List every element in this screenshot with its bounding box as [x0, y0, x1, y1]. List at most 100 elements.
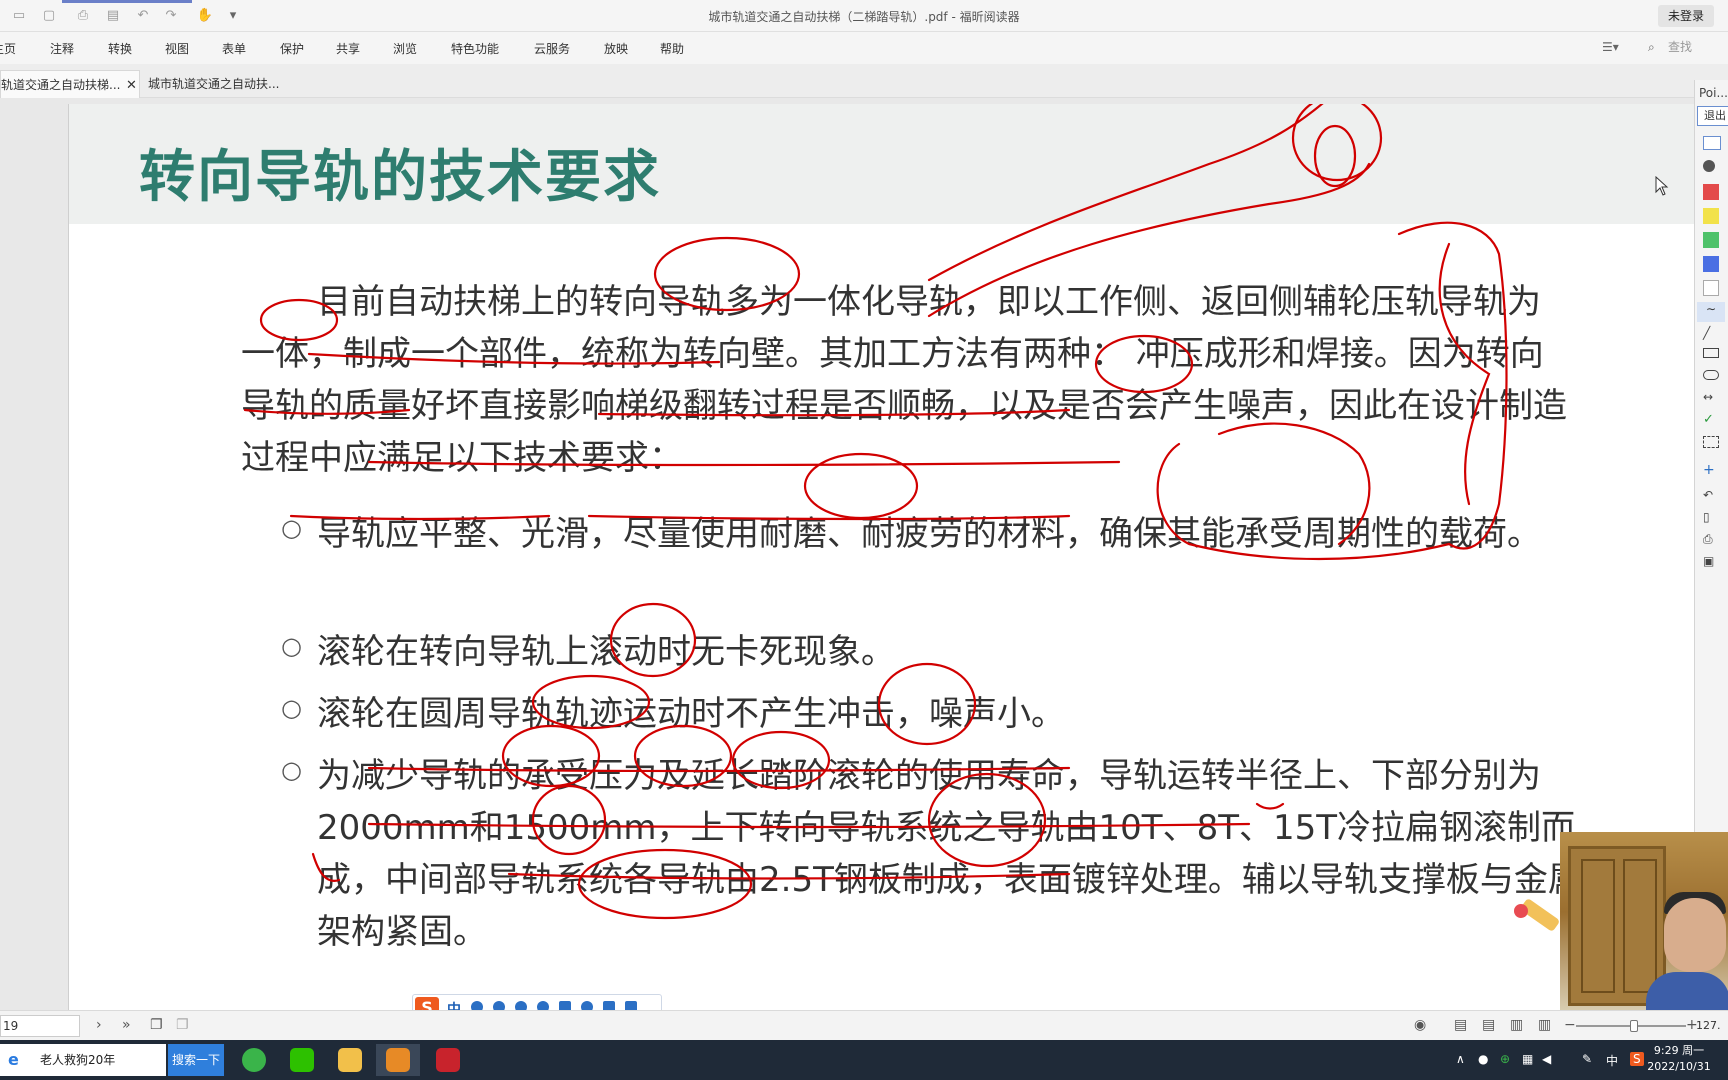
close-tab-icon[interactable]: ✕	[126, 78, 137, 93]
page-icon[interactable]: ❐	[176, 1017, 189, 1033]
system-clock[interactable]: 9:29 周一 2022/10/31	[1634, 1043, 1724, 1075]
copy-page-icon[interactable]: ❐	[150, 1017, 163, 1033]
menu-view[interactable]: 视图	[165, 40, 189, 57]
menu-bar: 主页 注释 转换 视图 表单 保护 共享 浏览 特色功能 云服务 放映 帮助 ☰…	[0, 32, 1728, 64]
add-icon[interactable]: +	[1703, 462, 1719, 478]
single-page-icon[interactable]: ▤	[1454, 1017, 1467, 1033]
volume-icon[interactable]: ◀	[1542, 1052, 1551, 1066]
pdf-page[interactable]: 转向导轨的技术要求 目前自动扶梯上的转向导轨多为一体化导轨，即以工作侧、返回侧辅…	[68, 104, 1694, 1010]
taskbar-app-explorer[interactable]	[328, 1044, 372, 1076]
ellipse-tool-icon[interactable]	[1703, 370, 1719, 380]
menu-protect[interactable]: 保护	[280, 40, 304, 57]
slide-title: 转向导轨的技术要求	[139, 145, 661, 210]
color-green-swatch[interactable]	[1703, 232, 1719, 248]
browser-360-icon	[242, 1048, 266, 1072]
presenter-shirt	[1646, 972, 1728, 1010]
cabinet-door	[1581, 859, 1615, 993]
wechat-icon	[290, 1048, 314, 1072]
bullet-marker: ○	[281, 632, 302, 660]
color-white-swatch[interactable]	[1703, 280, 1719, 296]
line-tool-icon[interactable]: ╱	[1703, 326, 1719, 342]
search-input[interactable]: 查找	[1668, 38, 1728, 58]
exit-annotation-button[interactable]: 退出	[1697, 106, 1728, 126]
facing-page-icon[interactable]: ▥	[1510, 1017, 1523, 1033]
next-page-icon[interactable]: ›	[96, 1017, 102, 1033]
taskbar-app-red[interactable]	[426, 1044, 470, 1076]
tab-document-2[interactable]: 城市轨道交通之自动扶...	[148, 70, 288, 98]
bullet-marker: ○	[281, 514, 302, 542]
bullet-marker: ○	[281, 756, 302, 784]
color-blue-swatch[interactable]	[1703, 256, 1719, 272]
taskbar-app-wechat[interactable]	[280, 1044, 324, 1076]
bullet-marker: ○	[281, 694, 302, 722]
eye-icon[interactable]: ◉	[1414, 1017, 1426, 1033]
point-tool-icon[interactable]	[1703, 136, 1721, 150]
microphone-icon[interactable]: ●	[1478, 1052, 1488, 1066]
menu-form[interactable]: 表单	[222, 40, 246, 57]
cabinet-background	[1568, 846, 1666, 1006]
webcam-overlay	[1560, 832, 1728, 1010]
network-icon[interactable]: ▦	[1522, 1052, 1533, 1066]
menu-browse[interactable]: 浏览	[393, 40, 417, 57]
pen-tray-icon[interactable]: ✎	[1582, 1052, 1592, 1066]
last-page-icon[interactable]: »	[122, 1017, 131, 1033]
color-yellow-swatch[interactable]	[1703, 208, 1719, 224]
menu-special-features[interactable]: 特色功能	[451, 40, 499, 57]
print-icon[interactable]: ⎙	[1703, 532, 1719, 548]
video-app-icon	[436, 1048, 460, 1072]
add-tray-icon[interactable]: ⊕	[1500, 1052, 1510, 1066]
bullet-text: 为减少导轨的承受压力及延长踏阶滚轮的使用寿命，导轨运转半径上、下部分别为2000…	[317, 756, 1582, 952]
menu-cloud[interactable]: 云服务	[534, 40, 570, 57]
tab-bar: 轨道交通之自动扶梯... ✕ 城市轨道交通之自动扶...	[0, 64, 1728, 98]
taskbar-search-button[interactable]: 搜索一下	[168, 1044, 224, 1076]
ie-icon: e	[8, 1050, 19, 1069]
bullet-item: ○ 为减少导轨的承受压力及延长踏阶滚轮的使用寿命，导轨运转半径上、下部分别为20…	[281, 750, 1592, 958]
title-bar: ▭ ▢ ⎙ ▤ ↶ ↷ ✋ ▾ 城市轨道交通之自动扶梯（二梯踏导轨）.pdf -…	[0, 0, 1728, 32]
clock-date: 2022/10/31	[1647, 1060, 1711, 1073]
check-icon[interactable]: ✓	[1703, 412, 1719, 428]
screenshot-icon[interactable]: ▣	[1703, 554, 1719, 570]
bullet-item: ○ 导轨应平整、光滑，尽量使用耐磨、耐疲劳的材料，确保其能承受周期性的载荷。	[281, 508, 1592, 560]
tab-document-1[interactable]: 轨道交通之自动扶梯...	[0, 70, 140, 98]
search-icon: ⌕	[1648, 40, 1655, 54]
menu-convert[interactable]: 转换	[108, 40, 132, 57]
zoom-level[interactable]: 127.	[1696, 1019, 1721, 1032]
document-icon[interactable]: ▯	[1703, 510, 1719, 526]
rectangle-tool-icon[interactable]	[1703, 348, 1719, 358]
menu-help[interactable]: 帮助	[660, 40, 684, 57]
slide-paragraph: 目前自动扶梯上的转向导轨多为一体化导轨，即以工作侧、返回侧辅轮压轨导轨为一体，制…	[241, 282, 1567, 478]
area-select-icon[interactable]	[1703, 436, 1719, 448]
folder-icon	[338, 1048, 362, 1072]
tab-label: 城市轨道交通之自动扶...	[148, 77, 280, 91]
arrow-tool-icon[interactable]: ↔	[1703, 390, 1719, 406]
continuous-page-icon[interactable]: ▤	[1482, 1017, 1495, 1033]
bullet-text: 导轨应平整、光滑，尽量使用耐磨、耐疲劳的材料，确保其能承受周期性的载荷。	[317, 514, 1541, 554]
menu-home[interactable]: 主页	[0, 40, 16, 57]
tray-expand-icon[interactable]: ∧	[1456, 1052, 1465, 1066]
document-title: 城市轨道交通之自动扶梯（二梯踏导轨）.pdf - 福昕阅读器	[708, 10, 1020, 24]
layout-mode-icon[interactable]: ☰▾	[1602, 40, 1619, 54]
clock-time: 9:29 周一	[1653, 1044, 1705, 1057]
taskbar-app-foxit[interactable]	[376, 1044, 420, 1076]
undo-icon[interactable]: ↶	[1703, 488, 1719, 504]
login-button[interactable]: 未登录	[1657, 5, 1714, 27]
taskbar-search-input[interactable]: 老人救狗20年	[0, 1044, 166, 1076]
presenter-face	[1664, 898, 1726, 972]
ime-language[interactable]: 中	[1606, 1052, 1618, 1069]
color-red-swatch[interactable]	[1703, 184, 1719, 200]
bullet-item: ○ 滚轮在圆周导轨轨迹运动时不产生冲击，噪声小。	[281, 688, 1592, 740]
bullet-item: ○ 滚轮在转向导轨上滚动时无卡死现象。	[281, 626, 1592, 678]
menu-share[interactable]: 共享	[336, 40, 360, 57]
menu-slideshow[interactable]: 放映	[604, 40, 628, 57]
pen-size-icon[interactable]	[1703, 160, 1715, 172]
zoom-out-icon[interactable]: −	[1564, 1017, 1576, 1033]
freehand-pen-icon[interactable]: ∼	[1697, 302, 1725, 322]
zoom-slider-thumb[interactable]	[1630, 1020, 1638, 1032]
slide-header: 转向导轨的技术要求	[69, 104, 1694, 224]
page-number-input[interactable]: 19	[0, 1015, 80, 1037]
menu-comment[interactable]: 注释	[50, 40, 74, 57]
cabinet-door	[1623, 859, 1657, 993]
status-bar: 19 › » ❐ ❐ ◉ ▤ ▤ ▥ ▥ − + 127.	[0, 1010, 1728, 1040]
taskbar-app-360[interactable]	[232, 1044, 276, 1076]
continuous-facing-icon[interactable]: ▥	[1538, 1017, 1551, 1033]
